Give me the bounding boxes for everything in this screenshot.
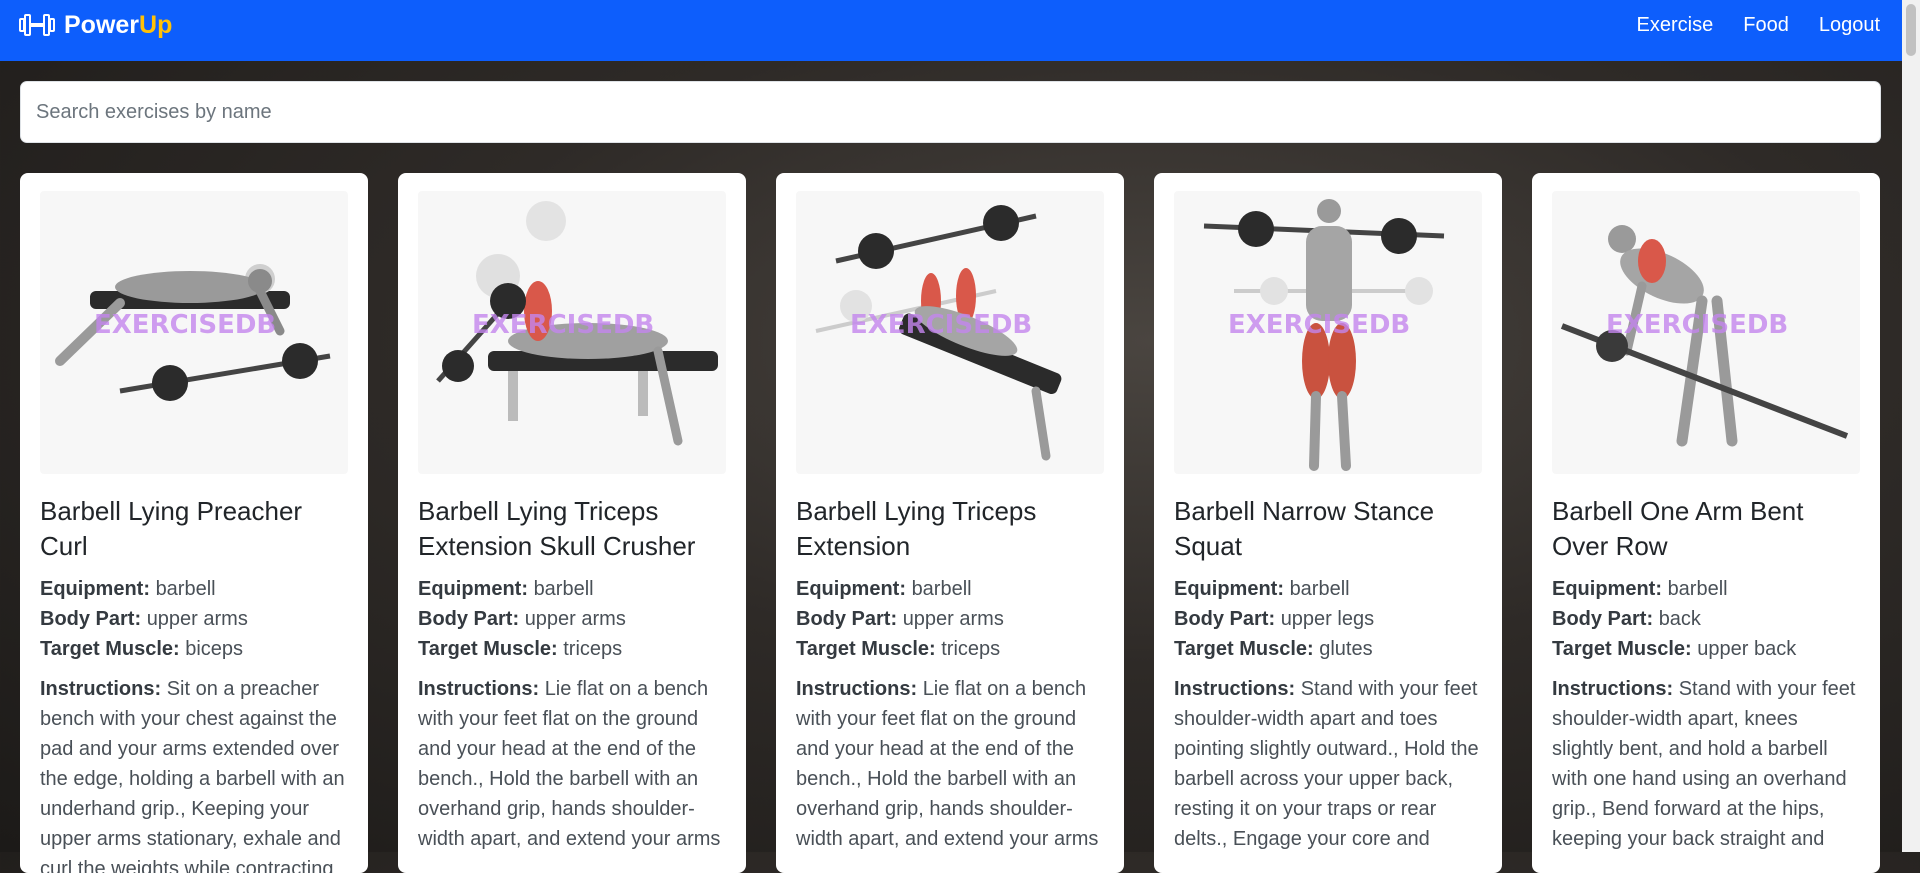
instructions-text: Instructions: Stand with your feet shoul… xyxy=(1174,678,1479,850)
watermark-text: EXERCISEDB xyxy=(1228,310,1410,340)
instructions-text: Instructions: Lie flat on a bench with y… xyxy=(418,678,721,850)
nav-link-exercise[interactable]: Exercise xyxy=(1637,14,1714,37)
exercise-image: EXERCISEDB xyxy=(1174,191,1482,474)
exercise-title: Barbell Narrow Stance Squat xyxy=(1174,496,1435,561)
nav-links: Exercise Food Logout xyxy=(1607,0,1880,50)
equipment-row: Equipment: barbell xyxy=(1174,578,1350,600)
exercise-card[interactable]: EXERCISEDB Barbell Lying Triceps Extensi… xyxy=(776,173,1124,873)
instructions-text: Instructions: Lie flat on a bench with y… xyxy=(796,678,1099,850)
exercise-image: EXERCISEDB xyxy=(418,191,726,474)
exercise-card[interactable]: EXERCISEDB Barbell Narrow Stance Squat E… xyxy=(1154,173,1502,873)
target-muscle-row: Target Muscle: biceps xyxy=(40,638,244,660)
exercise-image: EXERCISEDB xyxy=(796,191,1104,474)
exercise-title: Barbell Lying Triceps Extension xyxy=(796,496,1037,561)
dumbbell-icon xyxy=(19,14,55,36)
exercise-title: Barbell Lying Preacher Curl xyxy=(40,496,303,561)
target-muscle-row: Target Muscle: triceps xyxy=(796,638,1001,660)
instructions-text: Instructions: Sit on a preacher bench wi… xyxy=(40,678,345,873)
brand-logo[interactable]: PowerUp xyxy=(18,0,172,50)
watermark-text: EXERCISEDB xyxy=(1606,310,1788,340)
exercise-card[interactable]: EXERCISEDB Barbell Lying Preacher Curl E… xyxy=(20,173,368,873)
exercise-image: EXERCISEDB xyxy=(40,191,348,474)
watermark-text: EXERCISEDB xyxy=(850,310,1032,340)
body-part-row: Body Part: back xyxy=(1552,608,1701,630)
exercise-title: Barbell Lying Triceps Extension Skull Cr… xyxy=(418,496,696,561)
equipment-row: Equipment: barbell xyxy=(418,578,594,600)
body-part-row: Body Part: upper arms xyxy=(796,608,1004,630)
navbar: PowerUp Exercise Food Logout xyxy=(0,0,1902,61)
watermark-text: EXERCISEDB xyxy=(94,310,276,340)
scrollbar-thumb[interactable] xyxy=(1906,4,1916,56)
page-scrollbar[interactable] xyxy=(1902,0,1920,852)
brand-name: PowerUp xyxy=(64,10,173,39)
watermark-text: EXERCISEDB xyxy=(472,310,654,340)
body-part-row: Body Part: upper legs xyxy=(1174,608,1375,630)
target-muscle-row: Target Muscle: triceps xyxy=(418,638,623,660)
exercise-image: EXERCISEDB xyxy=(1552,191,1860,474)
target-muscle-row: Target Muscle: upper back xyxy=(1552,638,1797,660)
instructions-text: Instructions: Stand with your feet shoul… xyxy=(1552,678,1856,850)
exercise-title: Barbell One Arm Bent Over Row xyxy=(1552,496,1804,561)
body-part-row: Body Part: upper arms xyxy=(40,608,248,630)
search-input[interactable] xyxy=(20,81,1881,143)
equipment-row: Equipment: barbell xyxy=(40,578,216,600)
equipment-row: Equipment: barbell xyxy=(796,578,972,600)
exercise-card[interactable]: EXERCISEDB Barbell One Arm Bent Over Row… xyxy=(1532,173,1880,873)
target-muscle-row: Target Muscle: glutes xyxy=(1174,638,1373,660)
nav-link-logout[interactable]: Logout xyxy=(1819,14,1880,37)
exercise-card[interactable]: EXERCISEDB Barbell Lying Triceps Extensi… xyxy=(398,173,746,873)
nav-link-food[interactable]: Food xyxy=(1743,14,1789,37)
body-part-row: Body Part: upper arms xyxy=(418,608,626,630)
equipment-row: Equipment: barbell xyxy=(1552,578,1728,600)
search-bar xyxy=(20,81,1881,143)
